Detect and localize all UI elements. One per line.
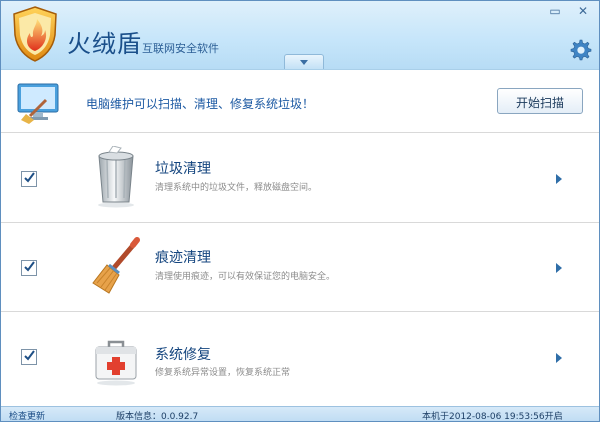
trace-cleanup-checkbox[interactable] [21, 260, 37, 276]
dropdown-toggle[interactable] [284, 54, 324, 69]
row-description: 清理系统中的垃圾文件，释放磁盘空间。 [155, 183, 318, 193]
shield-logo-icon [13, 6, 57, 62]
chevron-right-icon[interactable] [556, 174, 562, 184]
checkmark-icon [24, 261, 35, 272]
title-bar: 火绒盾 互联网安全软件 ▭ ✕ [1, 1, 599, 70]
close-button[interactable]: ✕ [573, 3, 593, 19]
boot-time: 本机于2012-08-06 19:53:56开启 [422, 412, 563, 422]
list-item-system-repair[interactable]: 系统修复 修复系统异常设置，恢复系统正常 [1, 313, 599, 407]
monitor-cleaning-icon [17, 83, 59, 124]
system-repair-checkbox[interactable] [21, 349, 37, 365]
scan-banner: 电脑维护可以扫描、清理、修复系统垃圾！ 开始扫描 [1, 70, 599, 133]
row-description: 清理使用痕迹，可以有效保证您的电脑安全。 [155, 272, 336, 282]
checkmark-icon [24, 172, 35, 183]
app-name: 火绒盾 [67, 30, 142, 58]
chevron-right-icon[interactable] [556, 353, 562, 363]
junk-cleanup-checkbox[interactable] [21, 171, 37, 187]
trash-can-icon [98, 146, 134, 208]
list-item-trace-cleanup[interactable]: 痕迹清理 清理使用痕迹，可以有效保证您的电脑安全。 [1, 223, 599, 312]
status-bar: 检查更新 版本信息：0.0.92.7 本机于2012-08-06 19:53:5… [1, 406, 599, 422]
first-aid-kit-icon [95, 340, 137, 386]
broom-icon [92, 237, 140, 294]
list-item-junk-cleanup[interactable]: 垃圾清理 清理系统中的垃圾文件，释放磁盘空间。 [1, 134, 599, 223]
row-title: 系统修复 [155, 347, 211, 363]
app-subtitle: 互联网安全软件 [142, 42, 219, 55]
banner-message: 电脑维护可以扫描、清理、修复系统垃圾！ [86, 97, 315, 111]
row-title: 痕迹清理 [155, 250, 211, 266]
chevron-right-icon[interactable] [556, 263, 562, 273]
row-title: 垃圾清理 [155, 161, 211, 177]
minimize-button[interactable]: ▭ [545, 3, 565, 19]
gear-icon[interactable] [568, 38, 592, 62]
checkmark-icon [24, 350, 35, 361]
app-window: 火绒盾 互联网安全软件 ▭ ✕ 电脑维护可以扫描、清理、修复系统垃圾！ 开始扫描 [0, 0, 600, 422]
check-update-link[interactable]: 检查更新 [9, 409, 45, 421]
chevron-down-icon [300, 60, 308, 65]
start-scan-button[interactable]: 开始扫描 [497, 88, 583, 114]
row-description: 修复系统异常设置，恢复系统正常 [155, 368, 291, 378]
version-info: 版本信息：0.0.92.7 [116, 412, 199, 422]
